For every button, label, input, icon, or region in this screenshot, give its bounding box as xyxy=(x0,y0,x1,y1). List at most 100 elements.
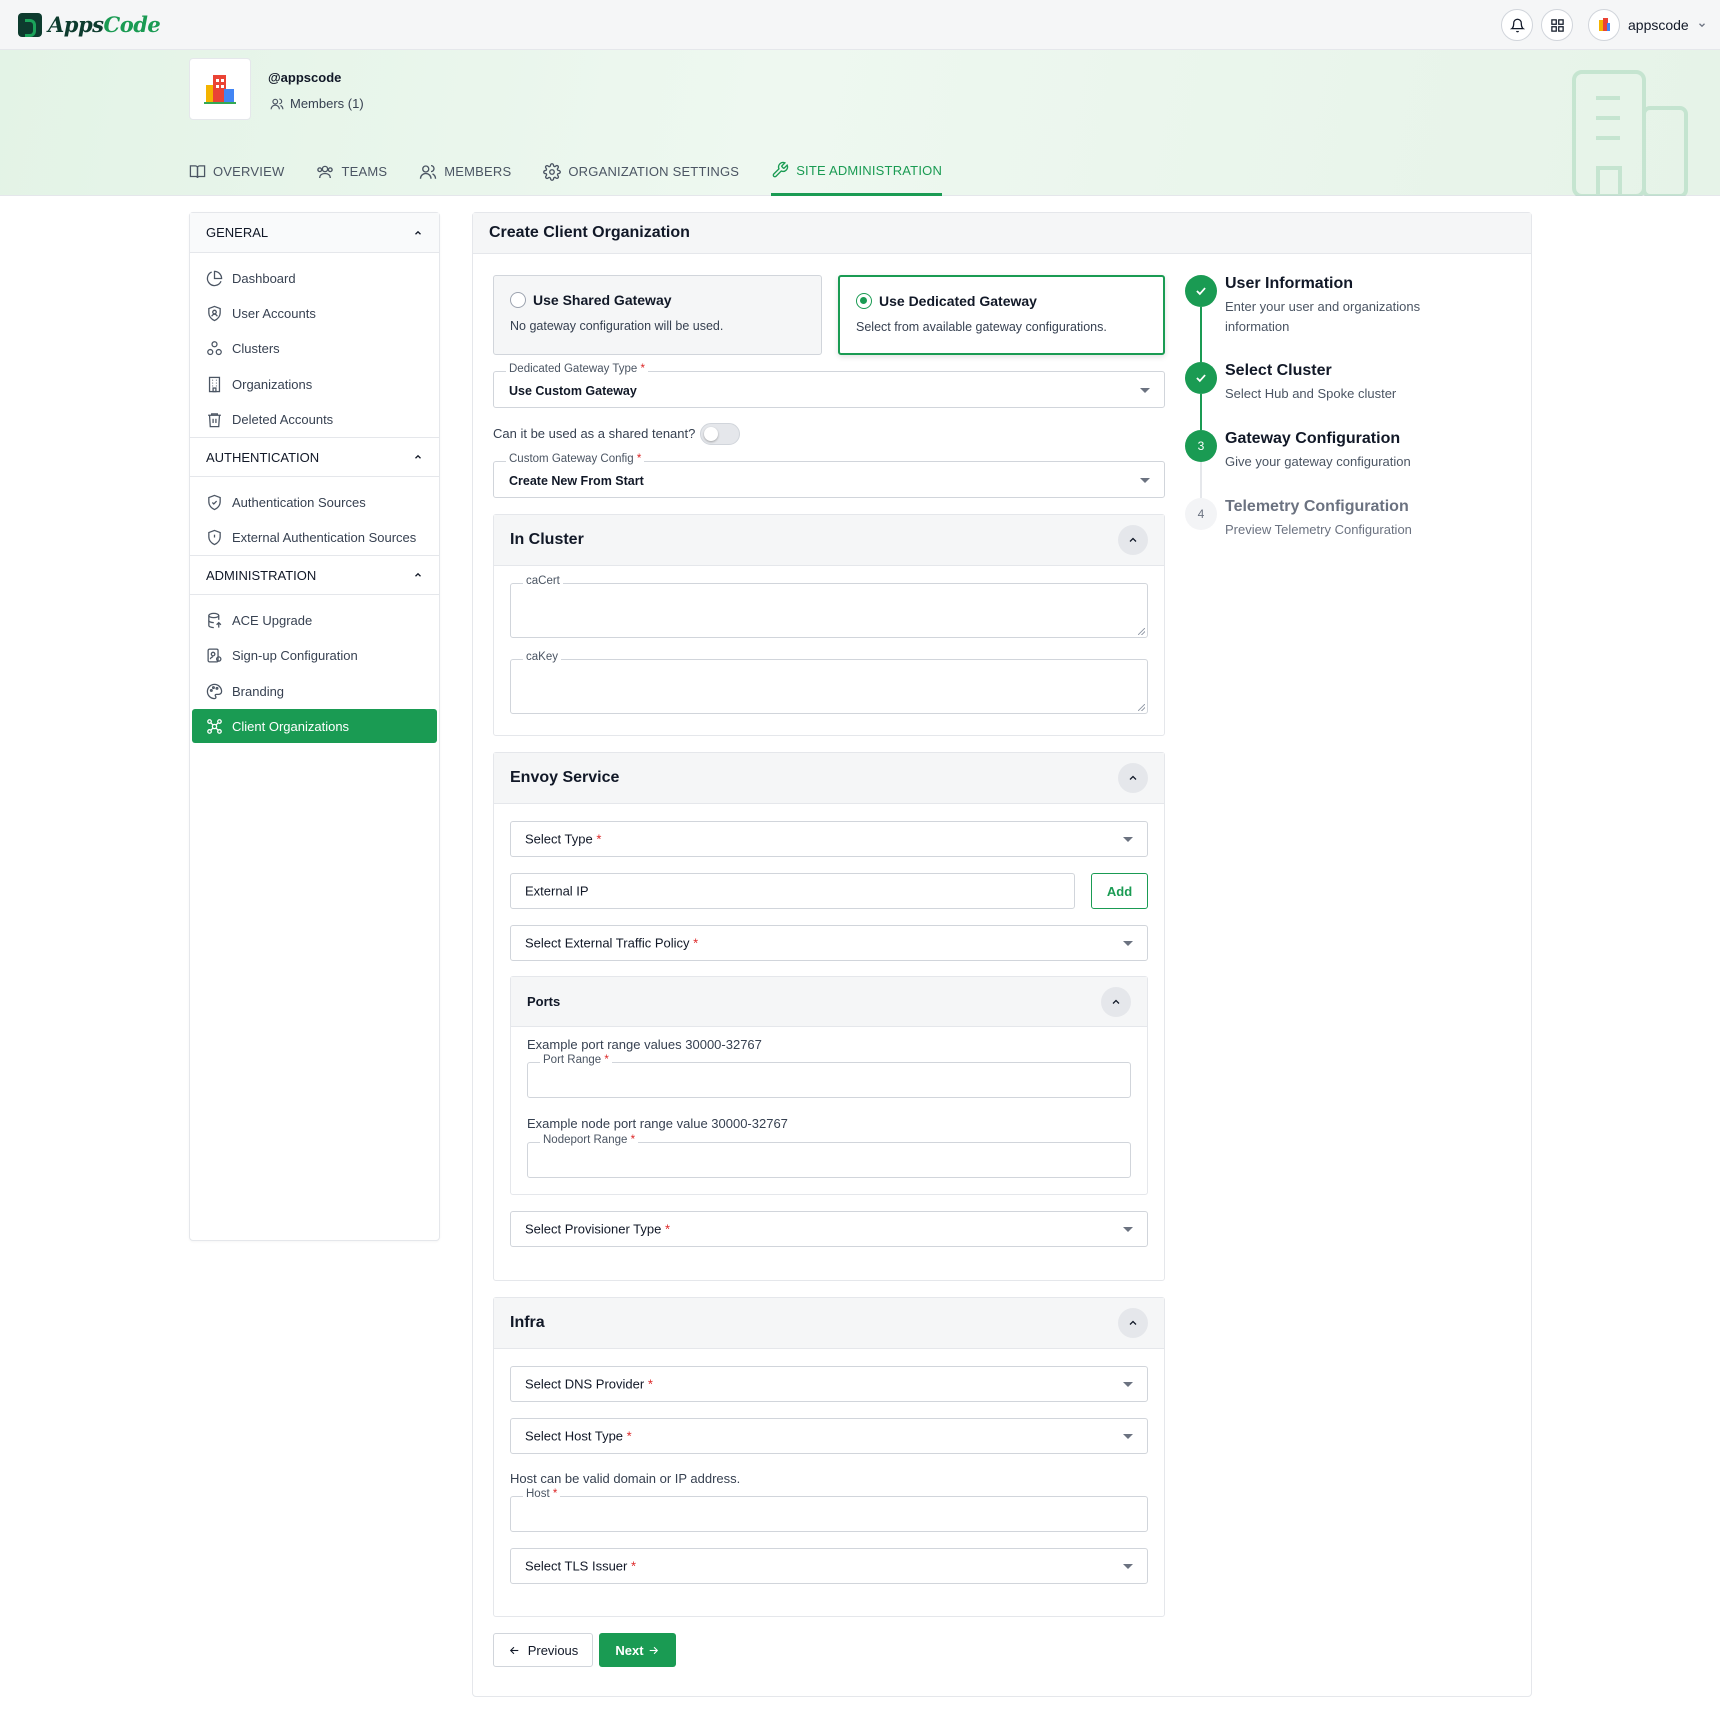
logo-text: AppsCode xyxy=(48,12,161,37)
sidebar-item-branding[interactable]: Branding xyxy=(192,674,437,708)
admin-sidebar: GENERAL Dashboard User Accounts Clusters… xyxy=(189,212,440,1241)
sidebar-item-sign-up-configuration[interactable]: Sign-up Configuration xyxy=(192,638,437,672)
shared-gateway-desc: No gateway configuration will be used. xyxy=(510,319,724,333)
shared-tenant-toggle[interactable] xyxy=(700,423,740,445)
book-icon xyxy=(189,165,206,178)
sidebar-item-organizations[interactable]: Organizations xyxy=(192,367,437,401)
port-range-input[interactable]: Port Range * xyxy=(527,1054,1131,1098)
check-icon xyxy=(1185,275,1217,307)
envoy-type-select[interactable]: Select Type * xyxy=(510,821,1148,857)
caret-down-icon xyxy=(1123,1382,1133,1387)
members-icon xyxy=(270,97,284,109)
in-cluster-section: In Cluster caCert caKey xyxy=(493,514,1165,736)
sidebar-section-authentication[interactable]: AUTHENTICATION xyxy=(190,437,439,477)
user-menu[interactable]: appscode xyxy=(1588,9,1707,41)
collapse-infra-button[interactable] xyxy=(1118,1308,1148,1338)
tab-members[interactable]: MEMBERS xyxy=(419,147,511,196)
envoy-service-section: Envoy Service Select Type * External IP … xyxy=(493,752,1165,1281)
step-connector xyxy=(1200,394,1202,430)
shared-gateway-title: Use Shared Gateway xyxy=(533,292,672,308)
caret-down-icon xyxy=(1140,387,1150,393)
database-upgrade-icon xyxy=(208,612,222,628)
next-button[interactable]: Next xyxy=(599,1633,676,1667)
chevron-up-icon xyxy=(1112,999,1120,1004)
shared-gateway-option[interactable]: Use Shared Gateway No gateway configurat… xyxy=(493,275,822,355)
sidebar-section-administration[interactable]: ADMINISTRATION xyxy=(190,555,439,595)
appscode-logo[interactable]: AppsCode xyxy=(18,12,161,37)
caret-down-icon xyxy=(1123,1434,1133,1439)
envoy-service-title: Envoy Service xyxy=(510,769,620,786)
users-icon xyxy=(317,165,334,178)
sidebar-item-deleted-accounts[interactable]: Deleted Accounts xyxy=(192,402,437,436)
host-input[interactable]: Host * xyxy=(510,1488,1148,1532)
add-external-ip-button[interactable]: Add xyxy=(1091,873,1148,909)
dedicated-gateway-type-select[interactable]: Dedicated Gateway Type * Use Custom Gate… xyxy=(493,363,1165,408)
external-ip-input[interactable]: External IP xyxy=(510,873,1075,909)
org-members-link[interactable]: Members (1) xyxy=(270,96,364,111)
chevron-up-icon xyxy=(415,454,421,459)
org-handle: @appscode xyxy=(268,70,342,85)
sidebar-item-client-organizations[interactable]: Client Organizations xyxy=(192,709,437,743)
nodeport-range-input[interactable]: Nodeport Range * xyxy=(527,1134,1131,1178)
tls-issuer-select[interactable]: Select TLS Issuer * xyxy=(510,1548,1148,1584)
palette-icon xyxy=(206,683,223,699)
shield-icon xyxy=(208,529,221,545)
user-group-icon xyxy=(420,164,437,179)
in-cluster-title: In Cluster xyxy=(510,531,584,548)
trash-icon xyxy=(208,412,221,427)
step-connector xyxy=(1200,307,1202,362)
caret-down-icon xyxy=(1123,837,1133,842)
dedicated-gateway-title: Use Dedicated Gateway xyxy=(879,293,1037,309)
building-icon xyxy=(208,376,221,392)
dedicated-gateway-desc: Select from available gateway configurat… xyxy=(856,320,1107,334)
tab-teams[interactable]: TEAMS xyxy=(316,147,387,196)
ca-key-textarea[interactable]: caKey xyxy=(510,651,1148,714)
notification-bell-icon[interactable] xyxy=(1501,9,1533,41)
sidebar-item-external-authentication-sources[interactable]: External Authentication Sources xyxy=(192,520,437,554)
page-title: Create Client Organization xyxy=(473,213,1531,254)
pie-chart-icon xyxy=(206,270,223,286)
dns-provider-select[interactable]: Select DNS Provider * xyxy=(510,1366,1148,1402)
collapse-in-cluster-button[interactable] xyxy=(1118,525,1148,555)
gear-icon xyxy=(543,162,562,181)
sidebar-section-general[interactable]: GENERAL xyxy=(190,213,439,253)
collapse-ports-button[interactable] xyxy=(1101,986,1131,1017)
ports-subsection: Ports Example port range values 30000-32… xyxy=(510,976,1148,1195)
previous-button[interactable]: Previous xyxy=(493,1633,593,1667)
arrow-right-icon xyxy=(649,1646,658,1654)
ca-cert-textarea[interactable]: caCert xyxy=(510,575,1148,638)
custom-gateway-config-select[interactable]: Custom Gateway Config * Create New From … xyxy=(493,453,1165,498)
top-bar: AppsCode appscode xyxy=(0,0,1720,50)
chevron-down-icon xyxy=(1698,23,1705,28)
chevron-up-icon xyxy=(1129,1320,1137,1325)
step-connector xyxy=(1200,462,1202,498)
port-range-hint: Example port range values 30000-32767 xyxy=(527,1037,762,1052)
sidebar-item-authentication-sources[interactable]: Authentication Sources xyxy=(192,485,437,519)
chevron-up-icon xyxy=(1129,537,1137,542)
building-watermark-icon xyxy=(1572,70,1688,196)
host-type-select[interactable]: Select Host Type * xyxy=(510,1418,1148,1454)
sidebar-item-clusters[interactable]: Clusters xyxy=(192,331,437,365)
tab-overview[interactable]: OVERVIEW xyxy=(189,147,284,196)
collapse-envoy-button[interactable] xyxy=(1118,763,1148,793)
sidebar-item-ace-upgrade[interactable]: ACE Upgrade xyxy=(192,603,437,637)
sidebar-item-user-accounts[interactable]: User Accounts xyxy=(192,296,437,330)
tab-organization-settings[interactable]: ORGANIZATION SETTINGS xyxy=(543,147,739,196)
host-hint: Host can be valid domain or IP address. xyxy=(510,1471,741,1486)
dedicated-gateway-radio[interactable] xyxy=(856,293,872,309)
arrow-left-icon xyxy=(509,1646,518,1654)
nodeport-range-hint: Example node port range value 30000-3276… xyxy=(527,1116,788,1131)
external-traffic-policy-select[interactable]: Select External Traffic Policy * xyxy=(510,925,1148,961)
user-avatar xyxy=(1588,9,1620,41)
tab-site-administration[interactable]: SITE ADMINISTRATION xyxy=(771,147,943,196)
org-banner: @appscode Members (1) OVERVIEW TEAMS MEM… xyxy=(0,50,1720,196)
caret-down-icon xyxy=(1140,477,1150,483)
dedicated-gateway-option[interactable]: Use Dedicated Gateway Select from availa… xyxy=(838,275,1165,355)
apps-grid-icon[interactable] xyxy=(1541,9,1573,41)
sidebar-item-dashboard[interactable]: Dashboard xyxy=(192,261,437,295)
provisioner-type-select[interactable]: Select Provisioner Type * xyxy=(510,1211,1148,1247)
signup-config-icon xyxy=(207,647,222,663)
infra-title: Infra xyxy=(510,1314,545,1331)
shared-gateway-radio[interactable] xyxy=(510,292,526,308)
caret-down-icon xyxy=(1123,1564,1133,1569)
